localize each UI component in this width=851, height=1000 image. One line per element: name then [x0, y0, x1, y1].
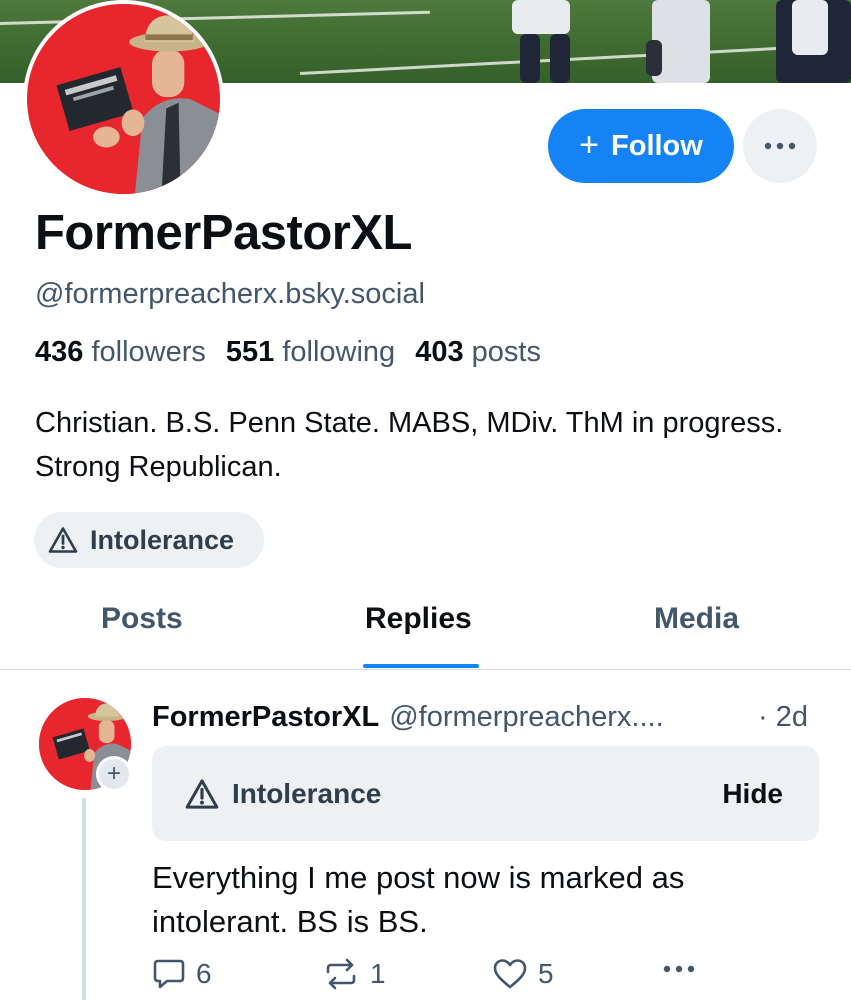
tab-media[interactable]: Media — [654, 602, 739, 636]
post-timestamp[interactable]: · 2d — [758, 701, 808, 734]
profile-handle: @formerpreacherx.bsky.social — [35, 278, 425, 310]
profile-stats: 436 followers 551 following 403 posts — [35, 336, 541, 369]
post-header: FormerPastorXL @formerpreacherx.... · 2d — [152, 701, 822, 734]
post-actions: 6 1 5 — [152, 958, 832, 998]
ellipsis-icon — [663, 965, 695, 973]
repost-count: 1 — [370, 958, 386, 989]
heart-icon — [493, 959, 527, 989]
like-count: 5 — [538, 958, 554, 989]
following-count: 551 — [225, 336, 275, 368]
following-label: following — [282, 336, 396, 368]
followers-count: 436 — [35, 336, 84, 368]
posts-label: posts — [471, 336, 541, 368]
profile-avatar[interactable] — [23, 0, 224, 198]
thread-line — [82, 798, 86, 1000]
moderation-label-chip[interactable]: Intolerance — [34, 512, 264, 568]
ellipsis-icon — [764, 142, 796, 150]
speech-bubble-icon — [153, 959, 185, 989]
content-warning: Intolerance Hide — [152, 746, 819, 841]
hide-content-button[interactable]: Hide — [722, 778, 783, 810]
reply-count: 6 — [196, 958, 212, 989]
post-more-button[interactable] — [662, 964, 696, 974]
tab-replies[interactable]: Replies — [365, 602, 472, 636]
tab-posts[interactable]: Posts — [101, 602, 183, 636]
repost-button[interactable]: 1 — [322, 958, 386, 990]
display-name: FormerPastorXL — [35, 206, 412, 260]
profile-tabs: Posts Replies Media — [0, 590, 851, 670]
follow-author-badge[interactable]: + — [96, 756, 132, 792]
moderation-label-text: Intolerance — [90, 524, 235, 555]
post-author-handle[interactable]: @formerpreacherx.... — [389, 701, 663, 734]
follow-button[interactable]: + Follow — [548, 109, 734, 183]
warning-triangle-icon — [185, 778, 219, 809]
posts-stat: 403 posts — [415, 336, 541, 369]
plus-icon: + — [579, 126, 600, 164]
following-stat[interactable]: 551 following — [226, 336, 395, 369]
reply-button[interactable]: 6 — [152, 958, 212, 990]
followers-label: followers — [91, 336, 206, 368]
repost-arrows-icon — [326, 958, 356, 990]
more-options-button[interactable] — [743, 109, 817, 183]
post-text: Everything I me post now is marked as in… — [152, 860, 685, 939]
warning-triangle-icon — [48, 527, 78, 553]
profile-bio: Christian. B.S. Penn State. MABS, MDiv. … — [35, 407, 784, 483]
content-warning-label: Intolerance — [232, 777, 382, 809]
posts-count: 403 — [415, 336, 464, 368]
follow-button-label: Follow — [611, 129, 703, 162]
post-author-name[interactable]: FormerPastorXL — [152, 701, 379, 734]
followers-stat[interactable]: 436 followers — [35, 336, 206, 369]
like-button[interactable]: 5 — [492, 958, 554, 990]
active-tab-indicator — [363, 664, 479, 668]
